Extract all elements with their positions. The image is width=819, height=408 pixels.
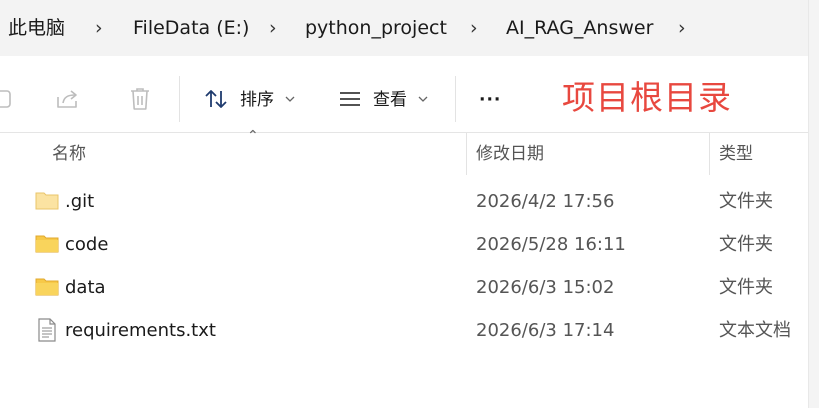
- file-row[interactable]: .git 2026/4/2 17:56 文件夹: [0, 180, 808, 223]
- file-name[interactable]: data: [65, 266, 106, 309]
- delete-icon[interactable]: [122, 66, 158, 132]
- chevron-down-icon[interactable]: [416, 66, 430, 132]
- column-divider[interactable]: [709, 133, 710, 175]
- file-name[interactable]: requirements.txt: [65, 309, 216, 352]
- view-icon[interactable]: [336, 66, 364, 132]
- copy-icon[interactable]: [0, 66, 14, 132]
- text-file-icon: [38, 318, 56, 346]
- file-type: 文本文档: [719, 320, 791, 341]
- file-row[interactable]: requirements.txt 2026/6/3 17:14 文本文档: [0, 309, 808, 352]
- file-row[interactable]: data 2026/6/3 15:02 文件夹: [0, 266, 808, 309]
- chevron-right-icon[interactable]: ›: [95, 0, 103, 56]
- toolbar-separator: [179, 76, 180, 122]
- chevron-right-icon[interactable]: ›: [269, 0, 277, 56]
- project-root-annotation: 项目根目录: [562, 78, 732, 117]
- column-divider[interactable]: [466, 133, 467, 175]
- file-modified-date: 2026/5/28 16:11: [476, 234, 626, 255]
- chevron-right-icon[interactable]: ›: [470, 0, 478, 56]
- toolbar-separator: [455, 76, 456, 122]
- breadcrumb-python-project[interactable]: python_project: [305, 0, 447, 56]
- breadcrumb-drive[interactable]: FileData (E:): [133, 0, 249, 56]
- share-icon[interactable]: [50, 66, 86, 132]
- sort-ascending-icon: ⌃: [247, 128, 259, 144]
- file-modified-date: 2026/4/2 17:56: [476, 191, 615, 212]
- file-modified-date: 2026/6/3 15:02: [476, 277, 615, 298]
- file-modified-date: 2026/6/3 17:14: [476, 320, 615, 341]
- sort-icon[interactable]: [200, 66, 232, 132]
- folder-icon: [35, 233, 59, 257]
- column-header-date[interactable]: 修改日期: [476, 133, 544, 175]
- more-options-button[interactable]: ···: [479, 66, 501, 132]
- address-bar[interactable]: 此电脑 › FileData (E:) › python_project › A…: [0, 0, 808, 56]
- column-header-name[interactable]: 名称: [52, 133, 86, 175]
- breadcrumb-ai-rag-answer[interactable]: AI_RAG_Answer: [506, 0, 653, 56]
- breadcrumb-this-pc[interactable]: 此电脑: [8, 0, 65, 56]
- folder-icon: [35, 276, 59, 300]
- file-type: 文件夹: [719, 191, 773, 212]
- file-name[interactable]: .git: [65, 180, 94, 223]
- file-name[interactable]: code: [65, 223, 108, 266]
- column-header-type[interactable]: 类型: [719, 133, 753, 175]
- view-button[interactable]: 查看: [373, 66, 407, 132]
- command-bar: 排序 查看 ··· 项目根目录: [0, 66, 808, 133]
- file-type: 文件夹: [719, 277, 773, 298]
- window-edge: [808, 0, 819, 408]
- folder-icon: [35, 190, 59, 214]
- file-type: 文件夹: [719, 234, 773, 255]
- sort-button[interactable]: 排序: [240, 66, 274, 132]
- file-row[interactable]: code 2026/5/28 16:11 文件夹: [0, 223, 808, 266]
- chevron-right-icon[interactable]: ›: [678, 0, 686, 56]
- chevron-down-icon[interactable]: [283, 66, 297, 132]
